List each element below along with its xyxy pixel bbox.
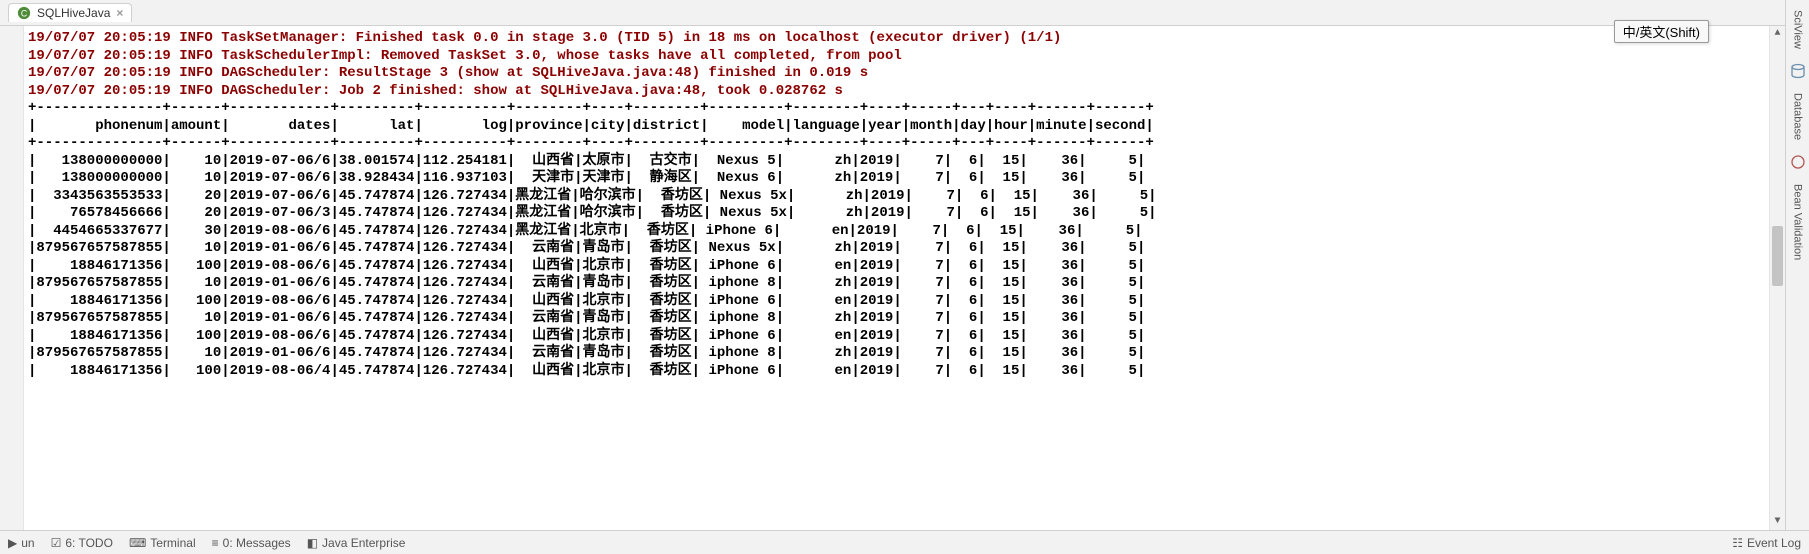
console-line: | phonenum|amount| dates| lat| log|provi… bbox=[28, 118, 1809, 136]
toolwindow-run[interactable]: ▶un bbox=[8, 536, 35, 550]
event-log-icon: ☷ bbox=[1732, 536, 1743, 550]
tab-sqlhivejava[interactable]: C SQLHiveJava × bbox=[8, 3, 132, 22]
run-icon: ▶ bbox=[8, 536, 17, 550]
sidebar-item-sciview[interactable]: SciView bbox=[1792, 4, 1804, 55]
console-line: | 18846171356| 100|2019-08-06/4|45.74787… bbox=[28, 363, 1809, 381]
console-line: +---------------+------+------------+---… bbox=[28, 135, 1809, 153]
toolwindow-messages[interactable]: ≡0: Messages bbox=[212, 536, 291, 550]
java-ee-icon: ◧ bbox=[307, 536, 318, 550]
console-line: 19/07/07 20:05:19 INFO TaskSetManager: F… bbox=[28, 30, 1809, 48]
console-line: |879567657587855| 10|2019-01-06/6|45.747… bbox=[28, 275, 1809, 293]
messages-icon: ≡ bbox=[212, 536, 219, 550]
database-icon bbox=[1790, 63, 1806, 79]
toolwindow-todo[interactable]: ☑6: TODO bbox=[51, 536, 113, 550]
console-output[interactable]: 19/07/07 20:05:19 INFO TaskSetManager: F… bbox=[0, 26, 1809, 530]
todo-icon: ☑ bbox=[51, 536, 62, 550]
svg-text:C: C bbox=[21, 9, 27, 19]
vertical-scrollbar[interactable]: ▲ ▼ bbox=[1769, 26, 1785, 530]
console-line: |879567657587855| 10|2019-01-06/6|45.747… bbox=[28, 240, 1809, 258]
console-line: |879567657587855| 10|2019-01-06/6|45.747… bbox=[28, 345, 1809, 363]
java-class-icon: C bbox=[17, 6, 31, 20]
toolwindow-java-ee[interactable]: ◧Java Enterprise bbox=[307, 536, 406, 550]
terminal-icon: ⌨ bbox=[129, 536, 146, 550]
ime-indicator[interactable]: 中/英文(Shift) bbox=[1614, 20, 1709, 43]
console-line: | 18846171356| 100|2019-08-06/6|45.74787… bbox=[28, 258, 1809, 276]
scroll-down-icon[interactable]: ▼ bbox=[1770, 514, 1785, 530]
close-icon[interactable]: × bbox=[116, 6, 123, 20]
console-line: | 138000000000| 10|2019-07-06/6|38.92843… bbox=[28, 170, 1809, 188]
console-line: |879567657587855| 10|2019-01-06/6|45.747… bbox=[28, 310, 1809, 328]
toolwindow-terminal[interactable]: ⌨Terminal bbox=[129, 536, 196, 550]
console-line: 19/07/07 20:05:19 INFO TaskSchedulerImpl… bbox=[28, 48, 1809, 66]
right-toolwindow-bar: SciView Database Bean Validation bbox=[1785, 0, 1809, 530]
console-line: | 18846171356| 100|2019-08-06/6|45.74787… bbox=[28, 328, 1809, 346]
console-line: 19/07/07 20:05:19 INFO DAGScheduler: Job… bbox=[28, 83, 1809, 101]
console-line: +---------------+------+------------+---… bbox=[28, 100, 1809, 118]
sidebar-item-database[interactable]: Database bbox=[1792, 87, 1804, 146]
tab-title: SQLHiveJava bbox=[37, 6, 110, 20]
tabs-bar: C SQLHiveJava × bbox=[0, 0, 1809, 26]
event-log[interactable]: ☷Event Log bbox=[1732, 536, 1801, 550]
scroll-thumb[interactable] bbox=[1772, 226, 1783, 286]
bean-validation-icon bbox=[1790, 154, 1806, 170]
console-line: | 3343563553533| 20|2019-07-06/6|45.7478… bbox=[28, 188, 1809, 206]
console-line: | 76578456666| 20|2019-07-06/3|45.747874… bbox=[28, 205, 1809, 223]
ime-label: 中/英文(Shift) bbox=[1623, 25, 1700, 40]
scroll-up-icon[interactable]: ▲ bbox=[1770, 26, 1785, 42]
status-bar: ▶un ☑6: TODO ⌨Terminal ≡0: Messages ◧Jav… bbox=[0, 530, 1809, 554]
sidebar-item-bean-validation[interactable]: Bean Validation bbox=[1792, 178, 1804, 266]
console-line: 19/07/07 20:05:19 INFO DAGScheduler: Res… bbox=[28, 65, 1809, 83]
console-line: | 4454665337677| 30|2019-08-06/6|45.7478… bbox=[28, 223, 1809, 241]
console-line: | 18846171356| 100|2019-08-06/6|45.74787… bbox=[28, 293, 1809, 311]
console-line: | 138000000000| 10|2019-07-06/6|38.00157… bbox=[28, 153, 1809, 171]
